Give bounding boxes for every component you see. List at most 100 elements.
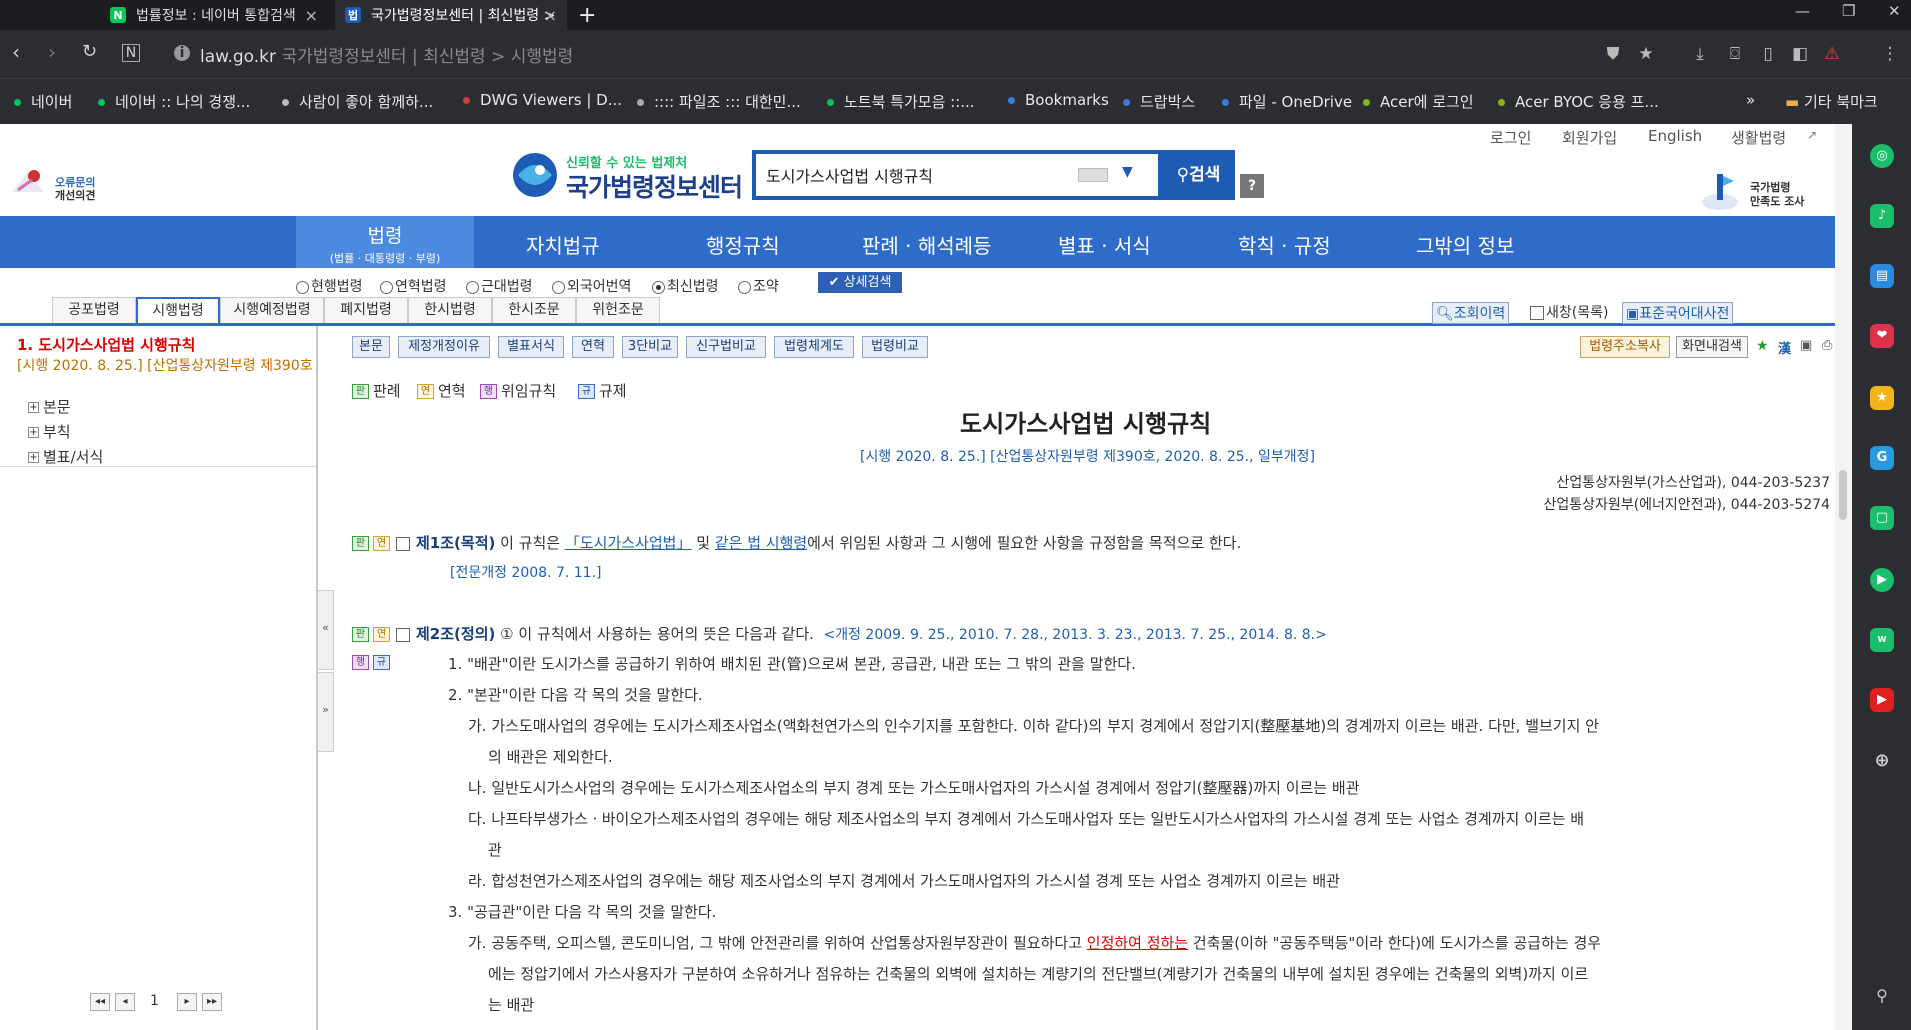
delegation-link[interactable]: 인정하여 정하는 [1087, 934, 1188, 952]
precedent-badge-icon[interactable]: 판 [352, 627, 369, 642]
pocket-icon[interactable]: ❤ [1870, 324, 1894, 348]
youtube-icon[interactable]: ▶ [1870, 688, 1894, 712]
bookmark-item[interactable]: 드랍박스 [1123, 91, 1195, 112]
prev-page-button[interactable]: ◂ [115, 993, 135, 1011]
back-icon[interactable]: ‹ [12, 42, 20, 62]
old-new-compare-button[interactable]: 신구법비교 [686, 336, 766, 358]
print-icon[interactable]: ⎙ [1822, 338, 1832, 353]
bookmark-item[interactable]: 사람이 좋아 함께하... [282, 91, 433, 112]
decree-link[interactable]: 같은 법 시행령 [715, 534, 807, 552]
detail-search-button[interactable]: ✔ 상세검색 [818, 272, 902, 293]
warning-icon[interactable]: ⚠ [1822, 44, 1842, 64]
tab-naver[interactable]: N 법률정보 : 네이버 통합검색 × [100, 0, 328, 30]
site-logo-icon[interactable] [510, 150, 560, 200]
nav-admin-rules[interactable]: 행정규칙 [706, 230, 780, 259]
favorite-icon[interactable]: ★ [1870, 386, 1894, 410]
article-checkbox[interactable] [396, 536, 410, 551]
help-button[interactable]: ? [1240, 174, 1264, 198]
regulation-badge-icon[interactable]: 규 [373, 655, 390, 670]
tree-item-body[interactable]: + 본문 [28, 396, 71, 417]
next-page-button[interactable]: ▸ [177, 993, 197, 1011]
law-compare-button[interactable]: 법령비교 [862, 336, 928, 358]
favorite-add-icon[interactable]: ★ [1756, 338, 1769, 354]
scrollbar-thumb[interactable] [1839, 470, 1847, 520]
sidebar-toggle-icon[interactable]: ◧ [1790, 44, 1810, 64]
expand-panel-button[interactable]: » [318, 672, 334, 752]
page-scrollbar[interactable] [1835, 124, 1852, 1030]
three-way-compare-button[interactable]: 3단비교 [622, 336, 678, 358]
bookmark-item[interactable]: Acer에 로그인 [1363, 91, 1474, 112]
nav-tables-forms[interactable]: 별표 · 서식 [1058, 230, 1151, 259]
minimize-icon[interactable]: — [1795, 2, 1810, 20]
law-structure-button[interactable]: 법령체계도 [774, 336, 854, 358]
history-badge-icon[interactable]: 연 [373, 536, 390, 551]
find-in-page-button[interactable]: 화면내검색 [1676, 336, 1748, 358]
radio-latest-laws[interactable]: 최신법령 [652, 276, 719, 296]
feedback-icon[interactable] [8, 162, 48, 202]
subtab-enforced[interactable]: 시행법령 [136, 297, 220, 323]
bookmarks-more-button[interactable]: » [1746, 91, 1755, 109]
collapse-panel-button[interactable]: « [318, 590, 334, 670]
expand-icon[interactable]: + [28, 427, 39, 438]
bookmark-item[interactable]: 네이버 :: 나의 경쟁... [98, 91, 250, 112]
browser-menu[interactable] [0, 0, 100, 30]
whale-icon[interactable]: ◎ [1870, 144, 1894, 168]
memo-icon[interactable]: ▢ [1870, 506, 1894, 530]
keyboard-icon[interactable] [1078, 168, 1108, 182]
survey-link[interactable]: 국가법령 만족도 조사 [1750, 181, 1804, 209]
pin-icon[interactable]: ⚲ [1870, 984, 1894, 1008]
nav-local-laws[interactable]: 자치법규 [526, 230, 600, 259]
revision-reason-button[interactable]: 제정개정이유 [398, 336, 490, 358]
nav-school-rules[interactable]: 학칙 · 규정 [1238, 230, 1331, 259]
radio-history-laws[interactable]: 연혁법령 [380, 276, 447, 296]
forward-icon[interactable]: › [48, 42, 56, 62]
other-bookmarks[interactable]: ▬ 기타 북마크 [1785, 91, 1878, 112]
close-tab-icon[interactable]: × [305, 6, 318, 25]
article-2-amendment[interactable]: <개정 2009. 9. 25., 2010. 7. 28., 2013. 3.… [823, 627, 1326, 643]
precedent-badge-icon[interactable]: 판 [352, 536, 369, 551]
radio-current-laws[interactable]: 현행법령 [296, 276, 363, 296]
webtoon-icon[interactable]: W [1870, 628, 1894, 652]
logo-name[interactable]: 국가법령정보센터 [566, 168, 743, 204]
law-search-input[interactable] [766, 162, 1066, 188]
shield-icon[interactable]: ⛊ [1603, 44, 1623, 64]
reader-icon[interactable]: ▯ [1758, 44, 1778, 64]
bookmark-item[interactable]: DWG Viewers | D... [463, 91, 622, 109]
menu-icon[interactable]: ⋮ [1880, 44, 1900, 64]
delegated-badge-icon[interactable]: 행 [352, 655, 369, 670]
body-button[interactable]: 본문 [352, 336, 390, 358]
living-law-link[interactable]: 생활법령 [1731, 127, 1786, 148]
bookmark-item[interactable]: 네이버 [14, 91, 72, 112]
result-title[interactable]: 1. 도시가스사업법 시행규칙 [17, 334, 195, 355]
law-link[interactable]: 「도시가스사업법」 [565, 534, 692, 552]
subtab-temporary-articles[interactable]: 한시조문 [492, 297, 576, 323]
article-heading[interactable]: 제1조(목적) [416, 534, 495, 552]
article-heading[interactable]: 제2조(정의) [416, 625, 495, 643]
feedback-link[interactable]: 오류문의 개선의견 [55, 176, 95, 202]
article-checkbox[interactable] [396, 627, 410, 642]
n-reader-icon[interactable]: N [122, 44, 140, 62]
nav-laws[interactable]: 법령 (법률 · 대통령령 · 부령) [296, 216, 474, 268]
subtab-promulgated[interactable]: 공포법령 [52, 297, 136, 323]
survey-icon[interactable] [1700, 168, 1740, 212]
radio-treaty[interactable]: 조약 [738, 276, 779, 296]
expand-icon[interactable]: + [28, 452, 39, 463]
dictionary-button[interactable]: ▣표준국어대사전 [1622, 302, 1734, 324]
copy-law-url-button[interactable]: 법령주소복사 [1580, 336, 1670, 358]
save-icon[interactable]: ▣ [1800, 338, 1812, 353]
reload-icon[interactable]: ↻ [82, 42, 97, 62]
search-button[interactable]: ⚲검색 [1162, 150, 1235, 200]
tables-forms-button[interactable]: 별표서식 [498, 336, 564, 358]
bookmark-item[interactable]: :::: 파일조 ::: 대한민... [637, 91, 801, 112]
bookmark-item[interactable]: 노트북 특가모음 ::... [827, 91, 975, 112]
tree-item-addendum[interactable]: + 부칙 [28, 421, 71, 442]
new-window-checkbox[interactable] [1530, 306, 1544, 320]
radio-translation[interactable]: 외국어번역 [552, 276, 631, 296]
info-icon[interactable]: i [174, 45, 190, 61]
law-enforcement-info[interactable]: [시행 2020. 8. 25.] [산업통상자원부령 제390호, 2020.… [860, 446, 1315, 466]
signup-link[interactable]: 회원가입 [1562, 127, 1617, 148]
close-tab-icon[interactable]: × [544, 6, 557, 25]
expand-icon[interactable]: + [28, 402, 39, 413]
login-link[interactable]: 로그인 [1490, 127, 1531, 148]
nav-other-info[interactable]: 그밖의 정보 [1416, 230, 1514, 259]
